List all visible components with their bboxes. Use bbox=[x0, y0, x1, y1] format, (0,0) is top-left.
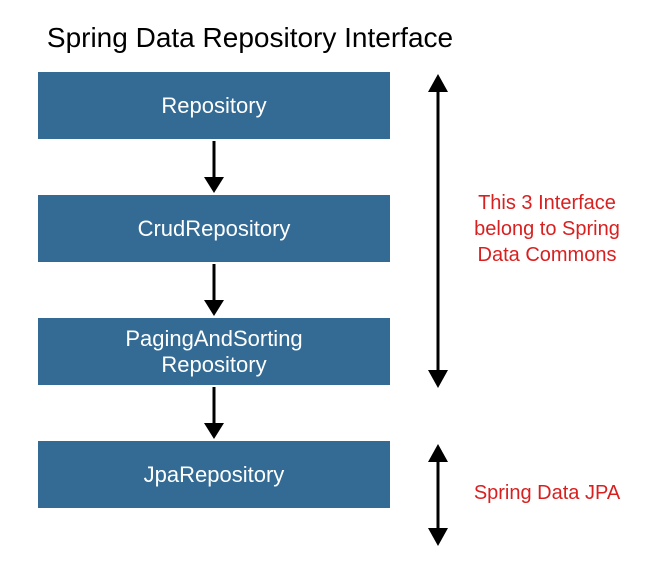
box-paging-line1: PagingAndSorting bbox=[125, 326, 302, 351]
annotation-commons-line3: Data Commons bbox=[478, 244, 617, 266]
annotation-labels: This 3 Interface belong to Spring Data C… bbox=[462, 72, 642, 552]
annotation-commons-line1: This 3 Interface bbox=[478, 192, 616, 214]
diagram-container: Repository CrudRepository PagingAndSorti… bbox=[0, 72, 650, 552]
arrow-2 bbox=[38, 262, 390, 318]
annotation-commons-line2: belong to Spring bbox=[474, 218, 620, 240]
diagram-title: Spring Data Repository Interface bbox=[0, 0, 650, 72]
arrow-1 bbox=[38, 139, 390, 195]
double-arrow-commons-icon bbox=[428, 74, 448, 388]
arrow-3 bbox=[38, 385, 390, 441]
annotation-jpa: Spring Data JPA bbox=[462, 480, 632, 506]
bracket-arrows bbox=[420, 72, 456, 552]
annotation-commons: This 3 Interface belong to Spring Data C… bbox=[462, 190, 632, 268]
box-jpa-repository: JpaRepository bbox=[38, 441, 390, 508]
hierarchy-column: Repository CrudRepository PagingAndSorti… bbox=[38, 72, 390, 508]
box-repository: Repository bbox=[38, 72, 390, 139]
double-arrow-jpa-icon bbox=[428, 444, 448, 546]
box-crud-repository: CrudRepository bbox=[38, 195, 390, 262]
box-paging-sorting-repository: PagingAndSorting Repository bbox=[38, 318, 390, 385]
box-paging-line2: Repository bbox=[161, 352, 266, 377]
